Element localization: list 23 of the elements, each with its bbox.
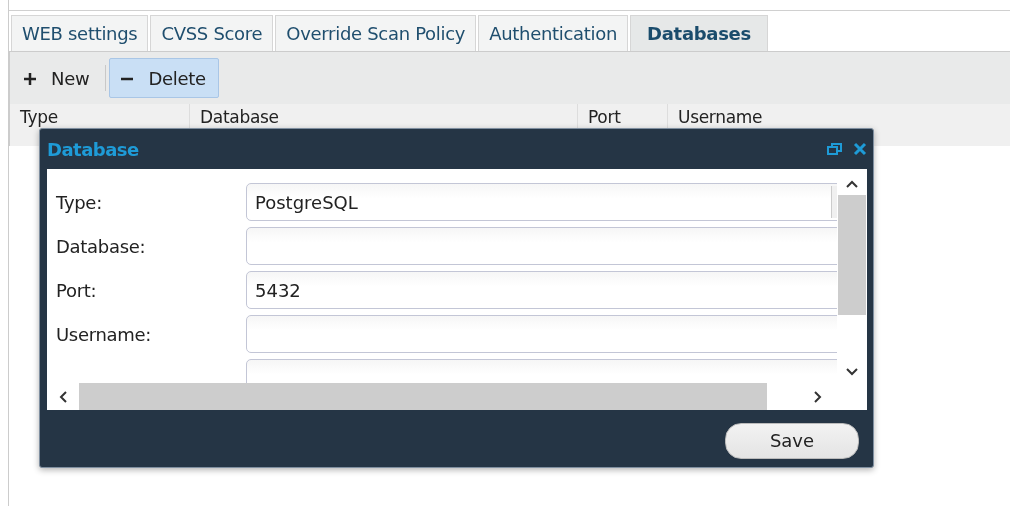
- delete-button[interactable]: Delete: [109, 58, 219, 98]
- input-field[interactable]: [246, 227, 837, 265]
- scroll-down-icon[interactable]: [846, 367, 858, 377]
- tab[interactable]: WEB settings: [11, 15, 149, 51]
- scroll-right-icon[interactable]: [813, 390, 823, 403]
- field-label: Username:: [56, 323, 152, 345]
- input-field[interactable]: [246, 315, 837, 353]
- input-field[interactable]: 5432: [246, 271, 837, 309]
- tab[interactable]: Databases: [630, 15, 768, 51]
- plus-icon: [23, 71, 37, 86]
- tab[interactable]: Override Scan Policy: [275, 15, 477, 51]
- scroll-up-icon[interactable]: [846, 179, 858, 189]
- type-dropdown[interactable]: PostgreSQL: [246, 183, 837, 221]
- close-icon[interactable]: [853, 142, 867, 156]
- save-button[interactable]: Save: [725, 422, 859, 459]
- field-label: Type:: [56, 191, 102, 213]
- tab[interactable]: CVSS Score: [150, 15, 274, 51]
- tab[interactable]: Authentication: [478, 15, 629, 51]
- scroll-left-icon[interactable]: [58, 390, 68, 403]
- field-label: Database:: [56, 235, 146, 257]
- new-button[interactable]: New: [12, 58, 103, 98]
- field-label: Port:: [56, 279, 97, 301]
- restore-icon[interactable]: [827, 142, 843, 156]
